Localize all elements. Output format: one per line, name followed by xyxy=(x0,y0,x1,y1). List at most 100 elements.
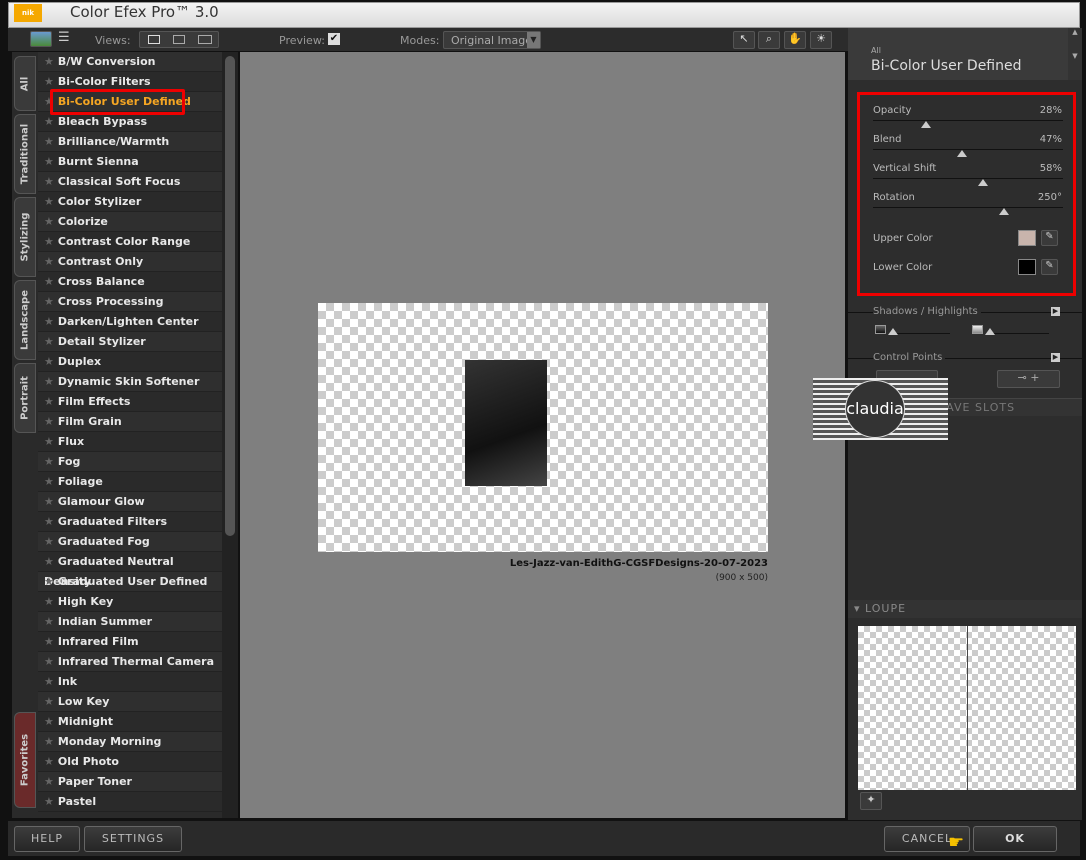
star-icon[interactable]: ★ xyxy=(44,275,54,288)
filter-item[interactable]: ★ Graduated User Defined xyxy=(38,572,222,592)
star-icon[interactable]: ★ xyxy=(44,675,54,688)
star-icon[interactable]: ★ xyxy=(44,175,54,188)
preview-checkbox[interactable]: ✔ xyxy=(328,33,340,45)
bulb-icon[interactable]: ☀ xyxy=(810,31,832,49)
filter-item[interactable]: ★ Cross Balance xyxy=(38,272,222,292)
add-control-point-button[interactable]: ⊸ + xyxy=(997,370,1060,388)
shadows-slider-knob[interactable] xyxy=(888,328,898,335)
single-view-icon[interactable] xyxy=(148,35,160,44)
tab-all[interactable]: All xyxy=(14,56,36,111)
tab-traditional[interactable]: Traditional xyxy=(14,114,36,194)
filter-item[interactable]: ★ Foliage xyxy=(38,472,222,492)
ok-button[interactable]: OK xyxy=(973,826,1057,852)
star-icon[interactable]: ★ xyxy=(44,795,54,808)
star-icon[interactable]: ★ xyxy=(44,555,54,568)
filter-item[interactable]: ★ Flux xyxy=(38,432,222,452)
star-icon[interactable]: ★ xyxy=(44,355,54,368)
star-icon[interactable]: ★ xyxy=(44,375,54,388)
star-icon[interactable]: ★ xyxy=(44,155,54,168)
pin-icon[interactable]: ✦ xyxy=(860,792,882,810)
filter-item[interactable]: ★ Midnight xyxy=(38,712,222,732)
filter-item[interactable]: ★ Duplex xyxy=(38,352,222,372)
filter-item[interactable]: ★ Dynamic Skin Softener xyxy=(38,372,222,392)
filter-item[interactable]: ★ High Key xyxy=(38,592,222,612)
filter-item[interactable]: ★ Burnt Sienna xyxy=(38,152,222,172)
star-icon[interactable]: ★ xyxy=(44,515,54,528)
tab-favorites[interactable]: Favorites xyxy=(14,712,36,808)
star-icon[interactable]: ★ xyxy=(44,535,54,548)
star-icon[interactable]: ★ xyxy=(44,655,54,668)
image-view-icon[interactable] xyxy=(30,31,52,47)
filter-item[interactable]: ★ Monday Morning xyxy=(38,732,222,752)
filter-item[interactable]: ★ Glamour Glow xyxy=(38,492,222,512)
hand-tool-icon[interactable]: ✋ xyxy=(784,31,806,49)
star-icon[interactable]: ★ xyxy=(44,75,54,88)
filter-item[interactable]: ★ Pastel xyxy=(38,792,222,812)
star-icon[interactable]: ★ xyxy=(44,255,54,268)
star-icon[interactable]: ★ xyxy=(44,295,54,308)
filter-item[interactable]: ★ Indian Summer xyxy=(38,612,222,632)
star-icon[interactable]: ★ xyxy=(44,215,54,228)
settings-button[interactable]: SETTINGS xyxy=(84,826,182,852)
filter-item[interactable]: ★ Infrared Film xyxy=(38,632,222,652)
filter-item[interactable]: ★ Bleach Bypass xyxy=(38,112,222,132)
scrollbar-thumb[interactable] xyxy=(225,56,235,536)
filter-item[interactable]: ★ Graduated Filters xyxy=(38,512,222,532)
filter-item[interactable]: ★ Contrast Color Range xyxy=(38,232,222,252)
star-icon[interactable]: ★ xyxy=(44,755,54,768)
filter-item[interactable]: ★ Darken/Lighten Center xyxy=(38,312,222,332)
zoom-tool-icon[interactable]: ⌕ xyxy=(758,31,780,49)
filter-item[interactable]: ★ Contrast Only xyxy=(38,252,222,272)
star-icon[interactable]: ★ xyxy=(44,775,54,788)
star-icon[interactable]: ★ xyxy=(44,335,54,348)
star-icon[interactable]: ★ xyxy=(44,615,54,628)
list-view-icon[interactable]: ☰ xyxy=(58,31,78,47)
help-button[interactable]: HELP xyxy=(14,826,80,852)
filter-item[interactable]: ★ Film Grain xyxy=(38,412,222,432)
highlights-slider[interactable] xyxy=(987,333,1049,334)
star-icon[interactable]: ★ xyxy=(44,475,54,488)
star-icon[interactable]: ★ xyxy=(44,55,54,68)
view-mode-buttons[interactable] xyxy=(139,31,219,48)
filter-item[interactable]: ★ Graduated Fog xyxy=(38,532,222,552)
filter-item[interactable]: ★ Paper Toner xyxy=(38,772,222,792)
tab-landscape[interactable]: Landscape xyxy=(14,280,36,360)
filter-item[interactable]: ★ Infrared Thermal Camera xyxy=(38,652,222,672)
filter-item[interactable]: ★ Classical Soft Focus xyxy=(38,172,222,192)
filter-item[interactable]: ★ Detail Stylizer xyxy=(38,332,222,352)
filter-item[interactable]: ★ Old Photo xyxy=(38,752,222,772)
expand-arrow-icon[interactable]: ▶ xyxy=(1051,353,1060,362)
star-icon[interactable]: ★ xyxy=(44,315,54,328)
star-icon[interactable]: ★ xyxy=(44,595,54,608)
side-by-side-icon[interactable] xyxy=(198,35,212,44)
header-scrollbar[interactable]: ▲ ▼ xyxy=(1068,28,1082,80)
control-points-section[interactable]: Control Points xyxy=(873,352,946,363)
filter-item[interactable]: ★ B/W Conversion xyxy=(38,52,222,72)
star-icon[interactable]: ★ xyxy=(44,735,54,748)
tab-stylizing[interactable]: Stylizing xyxy=(14,197,36,277)
star-icon[interactable]: ★ xyxy=(44,415,54,428)
star-icon[interactable]: ★ xyxy=(44,135,54,148)
star-icon[interactable]: ★ xyxy=(44,635,54,648)
tab-portrait[interactable]: Portrait xyxy=(14,363,36,433)
highlights-slider-knob[interactable] xyxy=(985,328,995,335)
shadows-slider[interactable] xyxy=(890,333,950,334)
star-icon[interactable]: ★ xyxy=(44,695,54,708)
star-icon[interactable]: ★ xyxy=(44,195,54,208)
star-icon[interactable]: ★ xyxy=(44,435,54,448)
filter-item[interactable]: ★ Cross Processing xyxy=(38,292,222,312)
filter-item[interactable]: ★ Brilliance/Warmth xyxy=(38,132,222,152)
star-icon[interactable]: ★ xyxy=(44,575,54,588)
star-icon[interactable]: ★ xyxy=(44,115,54,128)
star-icon[interactable]: ★ xyxy=(44,495,54,508)
filter-item[interactable]: ★ Fog xyxy=(38,452,222,472)
star-icon[interactable]: ★ xyxy=(44,455,54,468)
expand-arrow-icon[interactable]: ▶ xyxy=(1051,307,1060,316)
star-icon[interactable]: ★ xyxy=(44,715,54,728)
pointer-tool-icon[interactable]: ↖ xyxy=(733,31,755,49)
star-icon[interactable]: ★ xyxy=(44,395,54,408)
shadows-highlights-section[interactable]: Shadows / Highlights xyxy=(873,306,981,317)
modes-dropdown[interactable]: Original Image ▼ xyxy=(443,31,541,49)
filter-item[interactable]: ★ Colorize xyxy=(38,212,222,232)
filter-item[interactable]: ★ Film Effects xyxy=(38,392,222,412)
